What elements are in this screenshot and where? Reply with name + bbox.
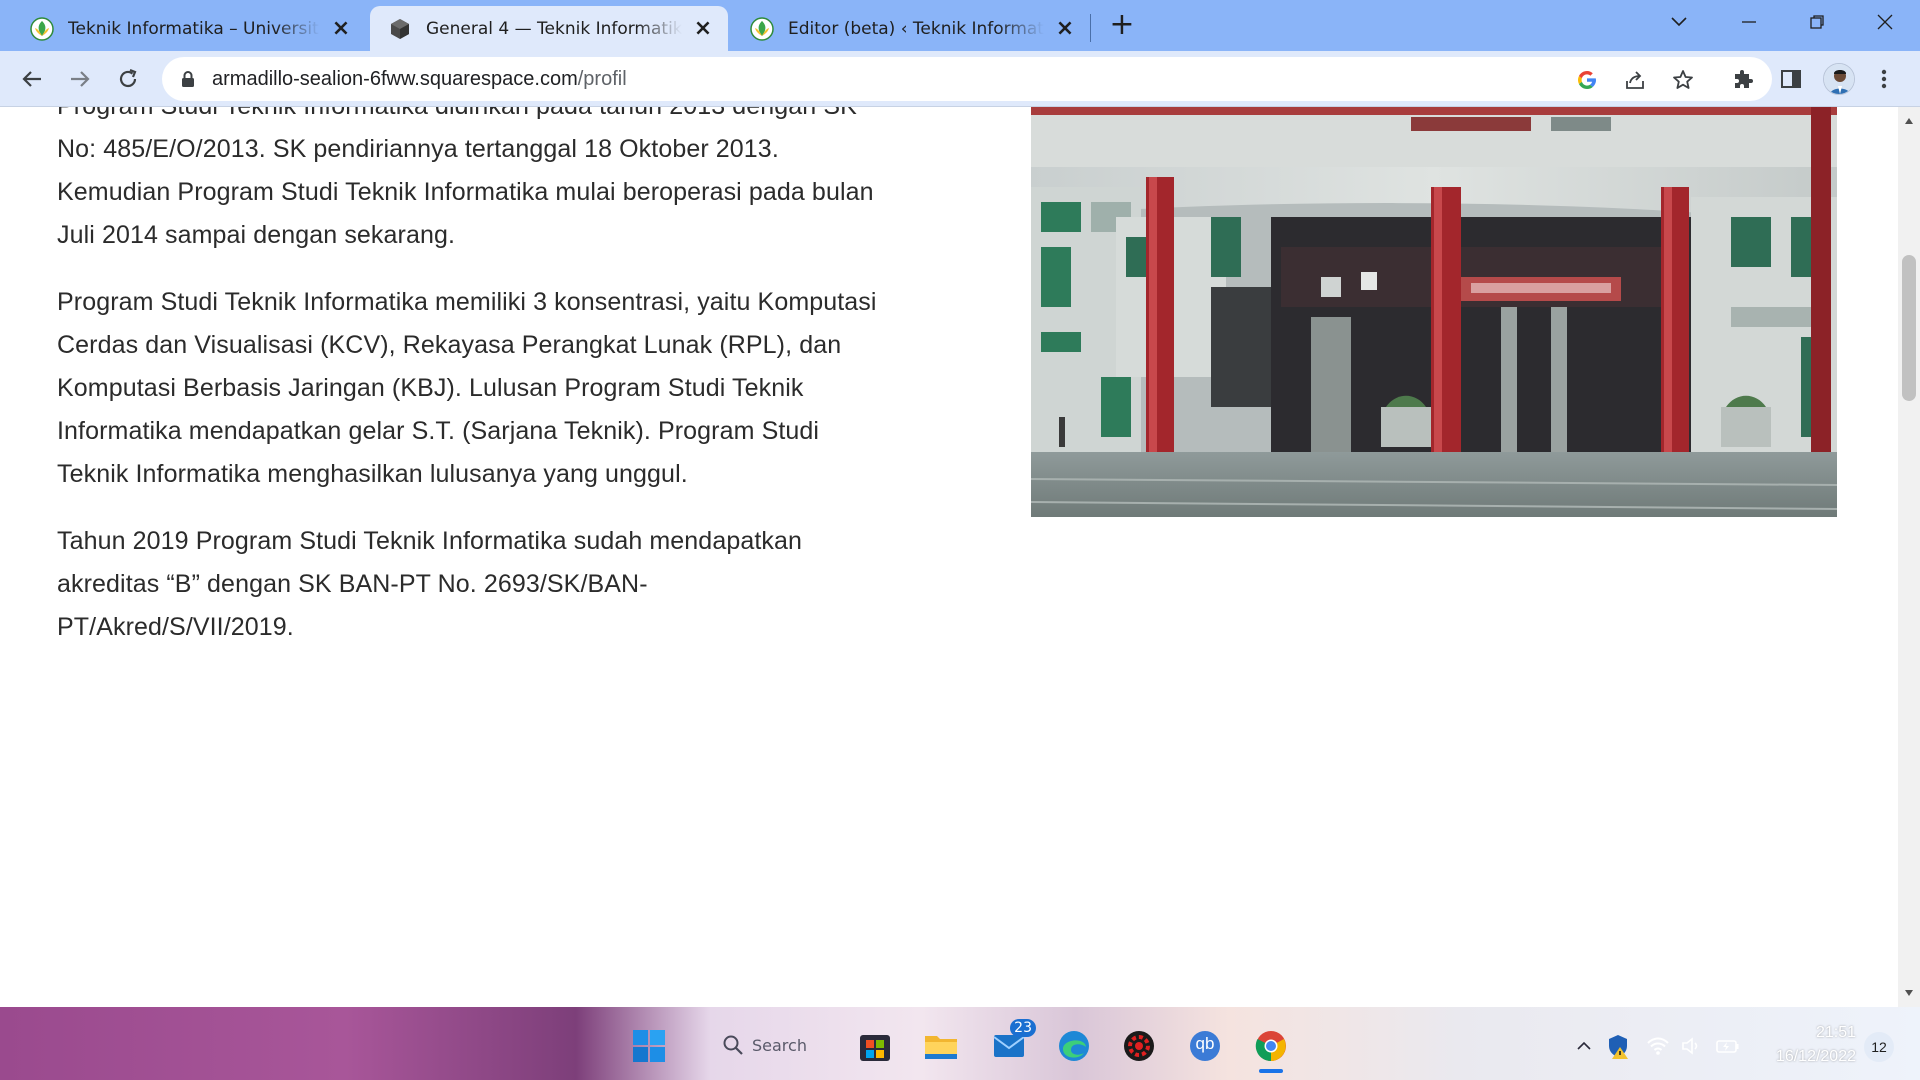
url-text[interactable]: armadillo-sealion-6fww.squarespace.com/p… <box>212 68 627 91</box>
back-button[interactable] <box>16 63 48 95</box>
close-icon <box>1877 14 1893 30</box>
puzzle-icon <box>1735 70 1753 88</box>
restore-button[interactable] <box>1784 0 1850 44</box>
tab-search-button[interactable] <box>1646 0 1712 44</box>
shield-warning-icon <box>1609 1035 1628 1059</box>
close-icon[interactable]: × <box>692 17 714 40</box>
new-tab-button[interactable]: + <box>1106 10 1138 42</box>
star-icon <box>1673 70 1693 89</box>
clock-time: 21:51 <box>1815 1024 1856 1041</box>
taskbar-red-app[interactable] <box>1120 1027 1158 1065</box>
url-path: /profil <box>577 68 627 90</box>
tab-teknik-informatika[interactable]: Teknik Informatika – Universitas Pelita … <box>12 6 366 51</box>
windows-taskbar: Search 23 qb 21:51 16/12/2022 12 <box>0 1007 1920 1080</box>
close-icon[interactable]: × <box>1054 17 1076 40</box>
triangle-down-icon <box>1905 990 1913 996</box>
start-button[interactable] <box>630 1027 668 1065</box>
scroll-down-button[interactable] <box>1898 983 1920 1003</box>
address-bar[interactable]: armadillo-sealion-6fww.squarespace.com/p… <box>162 57 1772 101</box>
chrome-icon <box>1255 1031 1286 1062</box>
store-icon <box>860 1035 890 1061</box>
profile-text: Program Studi Teknik Informatika didirik… <box>57 107 877 673</box>
google-g-icon <box>1578 71 1596 89</box>
forward-button[interactable] <box>64 63 96 95</box>
minimize-button[interactable] <box>1716 0 1782 44</box>
reload-icon <box>119 68 137 88</box>
page-scrollbar[interactable] <box>1898 107 1920 1007</box>
show-hidden-icons-button[interactable] <box>1570 1032 1598 1060</box>
wifi-icon <box>1647 1037 1669 1055</box>
tab-title: Editor (beta) ‹ Teknik Informatika <box>788 18 1044 39</box>
scroll-thumb[interactable] <box>1902 255 1916 401</box>
campus-building-illustration <box>1031 107 1837 517</box>
windows-logo-icon <box>633 1030 665 1062</box>
close-window-button[interactable] <box>1852 0 1918 44</box>
share-icon <box>1626 71 1644 89</box>
page-viewport: Program Studi Teknik Informatika didirik… <box>0 107 1898 1007</box>
share-button[interactable] <box>1622 67 1648 93</box>
paragraph-concentrations: Program Studi Teknik Informatika memilik… <box>57 288 877 488</box>
tab-editor-beta[interactable]: Editor (beta) ‹ Teknik Informatika × <box>732 6 1090 51</box>
reload-button[interactable] <box>112 63 144 95</box>
mail-badge: 23 <box>1010 1019 1036 1037</box>
lock-icon[interactable] <box>180 70 196 88</box>
restore-icon <box>1810 15 1824 29</box>
notification-center-button[interactable]: 12 <box>1864 1032 1894 1062</box>
side-panel-button[interactable] <box>1775 63 1807 95</box>
folder-icon <box>925 1036 957 1059</box>
side-panel-icon <box>1781 70 1801 88</box>
chevron-up-icon <box>1577 1041 1591 1050</box>
paragraph-accreditation: Tahun 2019 Program Studi Teknik Informat… <box>57 527 802 641</box>
security-tray-button[interactable] <box>1604 1032 1632 1060</box>
triangle-up-icon <box>1905 118 1913 124</box>
browser-toolbar: armadillo-sealion-6fww.squarespace.com/p… <box>0 51 1920 107</box>
speaker-icon <box>1682 1037 1698 1055</box>
taskbar-edge[interactable] <box>1055 1027 1093 1065</box>
chevron-down-icon <box>1671 17 1687 27</box>
bookmark-button[interactable] <box>1670 67 1696 93</box>
battery-charging-icon <box>1716 1040 1739 1053</box>
gear-icon <box>1124 1031 1154 1061</box>
taskbar-file-explorer[interactable] <box>922 1027 960 1065</box>
tab-title: General 4 — Teknik Informatika Universit… <box>426 18 682 39</box>
profile-avatar-icon <box>1824 64 1854 94</box>
tab-separator <box>1090 14 1091 42</box>
qb-app-label: qb <box>1195 1034 1215 1053</box>
taskbar-chrome[interactable] <box>1252 1027 1290 1065</box>
wifi-tray-button[interactable] <box>1644 1032 1672 1060</box>
paragraph-history: Program Studi Teknik Informatika didirik… <box>57 107 874 249</box>
campus-building-photo <box>1031 107 1837 517</box>
taskbar-mail[interactable]: 23 <box>990 1019 1036 1065</box>
leaf-logo-icon <box>750 16 774 41</box>
chrome-running-indicator <box>1259 1069 1283 1073</box>
tab-general-4[interactable]: General 4 — Teknik Informatika Universit… <box>370 6 728 51</box>
profile-avatar[interactable] <box>1823 63 1855 95</box>
tab-title: Teknik Informatika – Universitas Pelita … <box>68 18 320 39</box>
kebab-menu-icon <box>1881 69 1887 89</box>
chrome-menu-button[interactable] <box>1868 63 1900 95</box>
edge-icon <box>1059 1031 1089 1061</box>
search-icon <box>723 1035 743 1055</box>
battery-tray-button[interactable] <box>1714 1032 1742 1060</box>
clock-date: 16/12/2022 <box>1775 1048 1856 1065</box>
cube-icon <box>391 18 409 39</box>
scroll-up-button[interactable] <box>1898 111 1920 131</box>
arrow-right-icon <box>71 71 90 87</box>
arrow-left-icon <box>22 71 41 87</box>
tab-strip: Teknik Informatika – Universitas Pelita … <box>0 0 1920 51</box>
volume-tray-button[interactable] <box>1678 1032 1706 1060</box>
taskbar-store[interactable] <box>856 1027 894 1065</box>
search-label: Search <box>752 1035 807 1055</box>
extensions-button[interactable] <box>1727 63 1759 95</box>
close-icon[interactable]: × <box>330 17 352 40</box>
minimize-icon <box>1742 21 1756 23</box>
google-lens-button[interactable] <box>1574 67 1600 93</box>
leaf-logo-icon <box>30 16 54 41</box>
taskbar-clock[interactable]: 21:51 16/12/2022 <box>1748 1021 1856 1069</box>
taskbar-qbittorrent[interactable]: qb <box>1186 1027 1224 1065</box>
taskbar-search[interactable]: Search <box>722 1027 842 1063</box>
url-host: armadillo-sealion-6fww.squarespace.com <box>212 68 578 90</box>
